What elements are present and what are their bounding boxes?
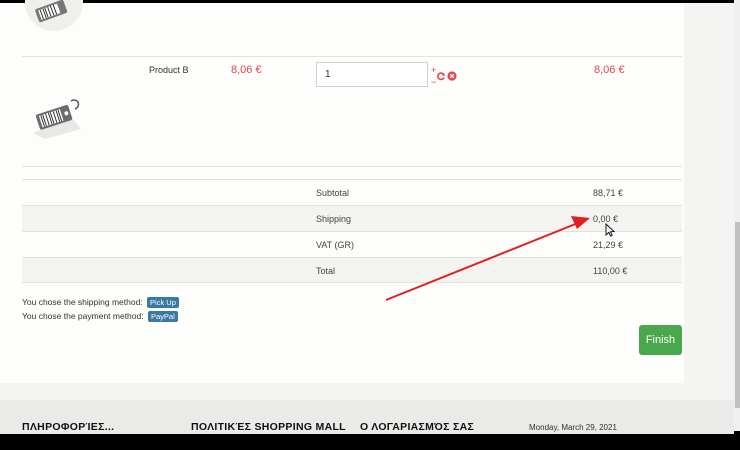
line-total: 8,06 € — [594, 64, 625, 76]
unit-price: 8,06 € — [231, 64, 262, 76]
price-tag-icon[interactable] — [31, 95, 83, 139]
row-divider — [22, 56, 682, 57]
payment-method-line: You chose the payment method: PayPal — [22, 311, 178, 323]
mouse-cursor-icon — [605, 223, 615, 237]
shipping-method-text: You chose the shipping method: — [22, 297, 143, 307]
totals-label: VAT (GR) — [316, 240, 354, 250]
site-footer: ΠΛΗΡΟΦΟΡΊΕΣ... ΠΟΛΙΤΙΚΈΣ SHOPPING MALL Ο… — [0, 400, 734, 434]
totals-value: 88,71 € — [593, 188, 624, 198]
shipping-method-line: You chose the shipping method: Pick Up — [22, 297, 179, 309]
payment-method-text: You chose the payment method: — [22, 311, 144, 321]
screenshot: Product B 8,06 € 1 + − 8,06 € Subtotal 8… — [0, 0, 740, 450]
row-divider — [22, 282, 682, 283]
row-divider — [22, 166, 682, 167]
payment-method-badge: PayPal — [147, 311, 178, 323]
totals-label: Total — [316, 266, 336, 276]
totals-label: Shipping — [316, 214, 352, 224]
totals-row-total: Total 110,00 € — [22, 257, 682, 283]
footer-date: Monday, March 29, 2021 — [529, 423, 617, 432]
footer-heading-policies[interactable]: ΠΟΛΙΤΙΚΈΣ SHOPPING MALL — [191, 421, 346, 433]
product-name[interactable]: Product B — [149, 65, 189, 75]
totals-row-vat: VAT (GR) 21,29 € — [22, 231, 682, 257]
totals-row-subtotal: Subtotal 88,71 € — [22, 179, 682, 205]
price-tag-icon — [35, 0, 68, 23]
cart-content: Product B 8,06 € 1 + − 8,06 € Subtotal 8… — [0, 0, 684, 383]
remove-icon[interactable] — [447, 71, 457, 81]
cart-page: Product B 8,06 € 1 + − 8,06 € Subtotal 8… — [0, 0, 734, 434]
finish-button[interactable]: Finish — [639, 325, 682, 355]
footer-heading-info[interactable]: ΠΛΗΡΟΦΟΡΊΕΣ... — [22, 421, 114, 433]
shipping-method-badge: Pick Up — [147, 297, 179, 309]
scrollbar-thumb[interactable] — [735, 222, 740, 408]
totals-row-shipping: Shipping 0,00 € — [22, 205, 682, 231]
quantity-input[interactable]: 1 — [316, 62, 428, 87]
totals-value: 110,00 € — [593, 266, 628, 276]
refresh-icon[interactable] — [436, 71, 446, 81]
footer-heading-account[interactable]: Ο ΛΟΓΑΡΙΑΣΜΌΣ ΣΑΣ — [360, 421, 474, 433]
totals-value: 21,29 € — [593, 240, 624, 250]
totals-label: Subtotal — [316, 188, 350, 198]
